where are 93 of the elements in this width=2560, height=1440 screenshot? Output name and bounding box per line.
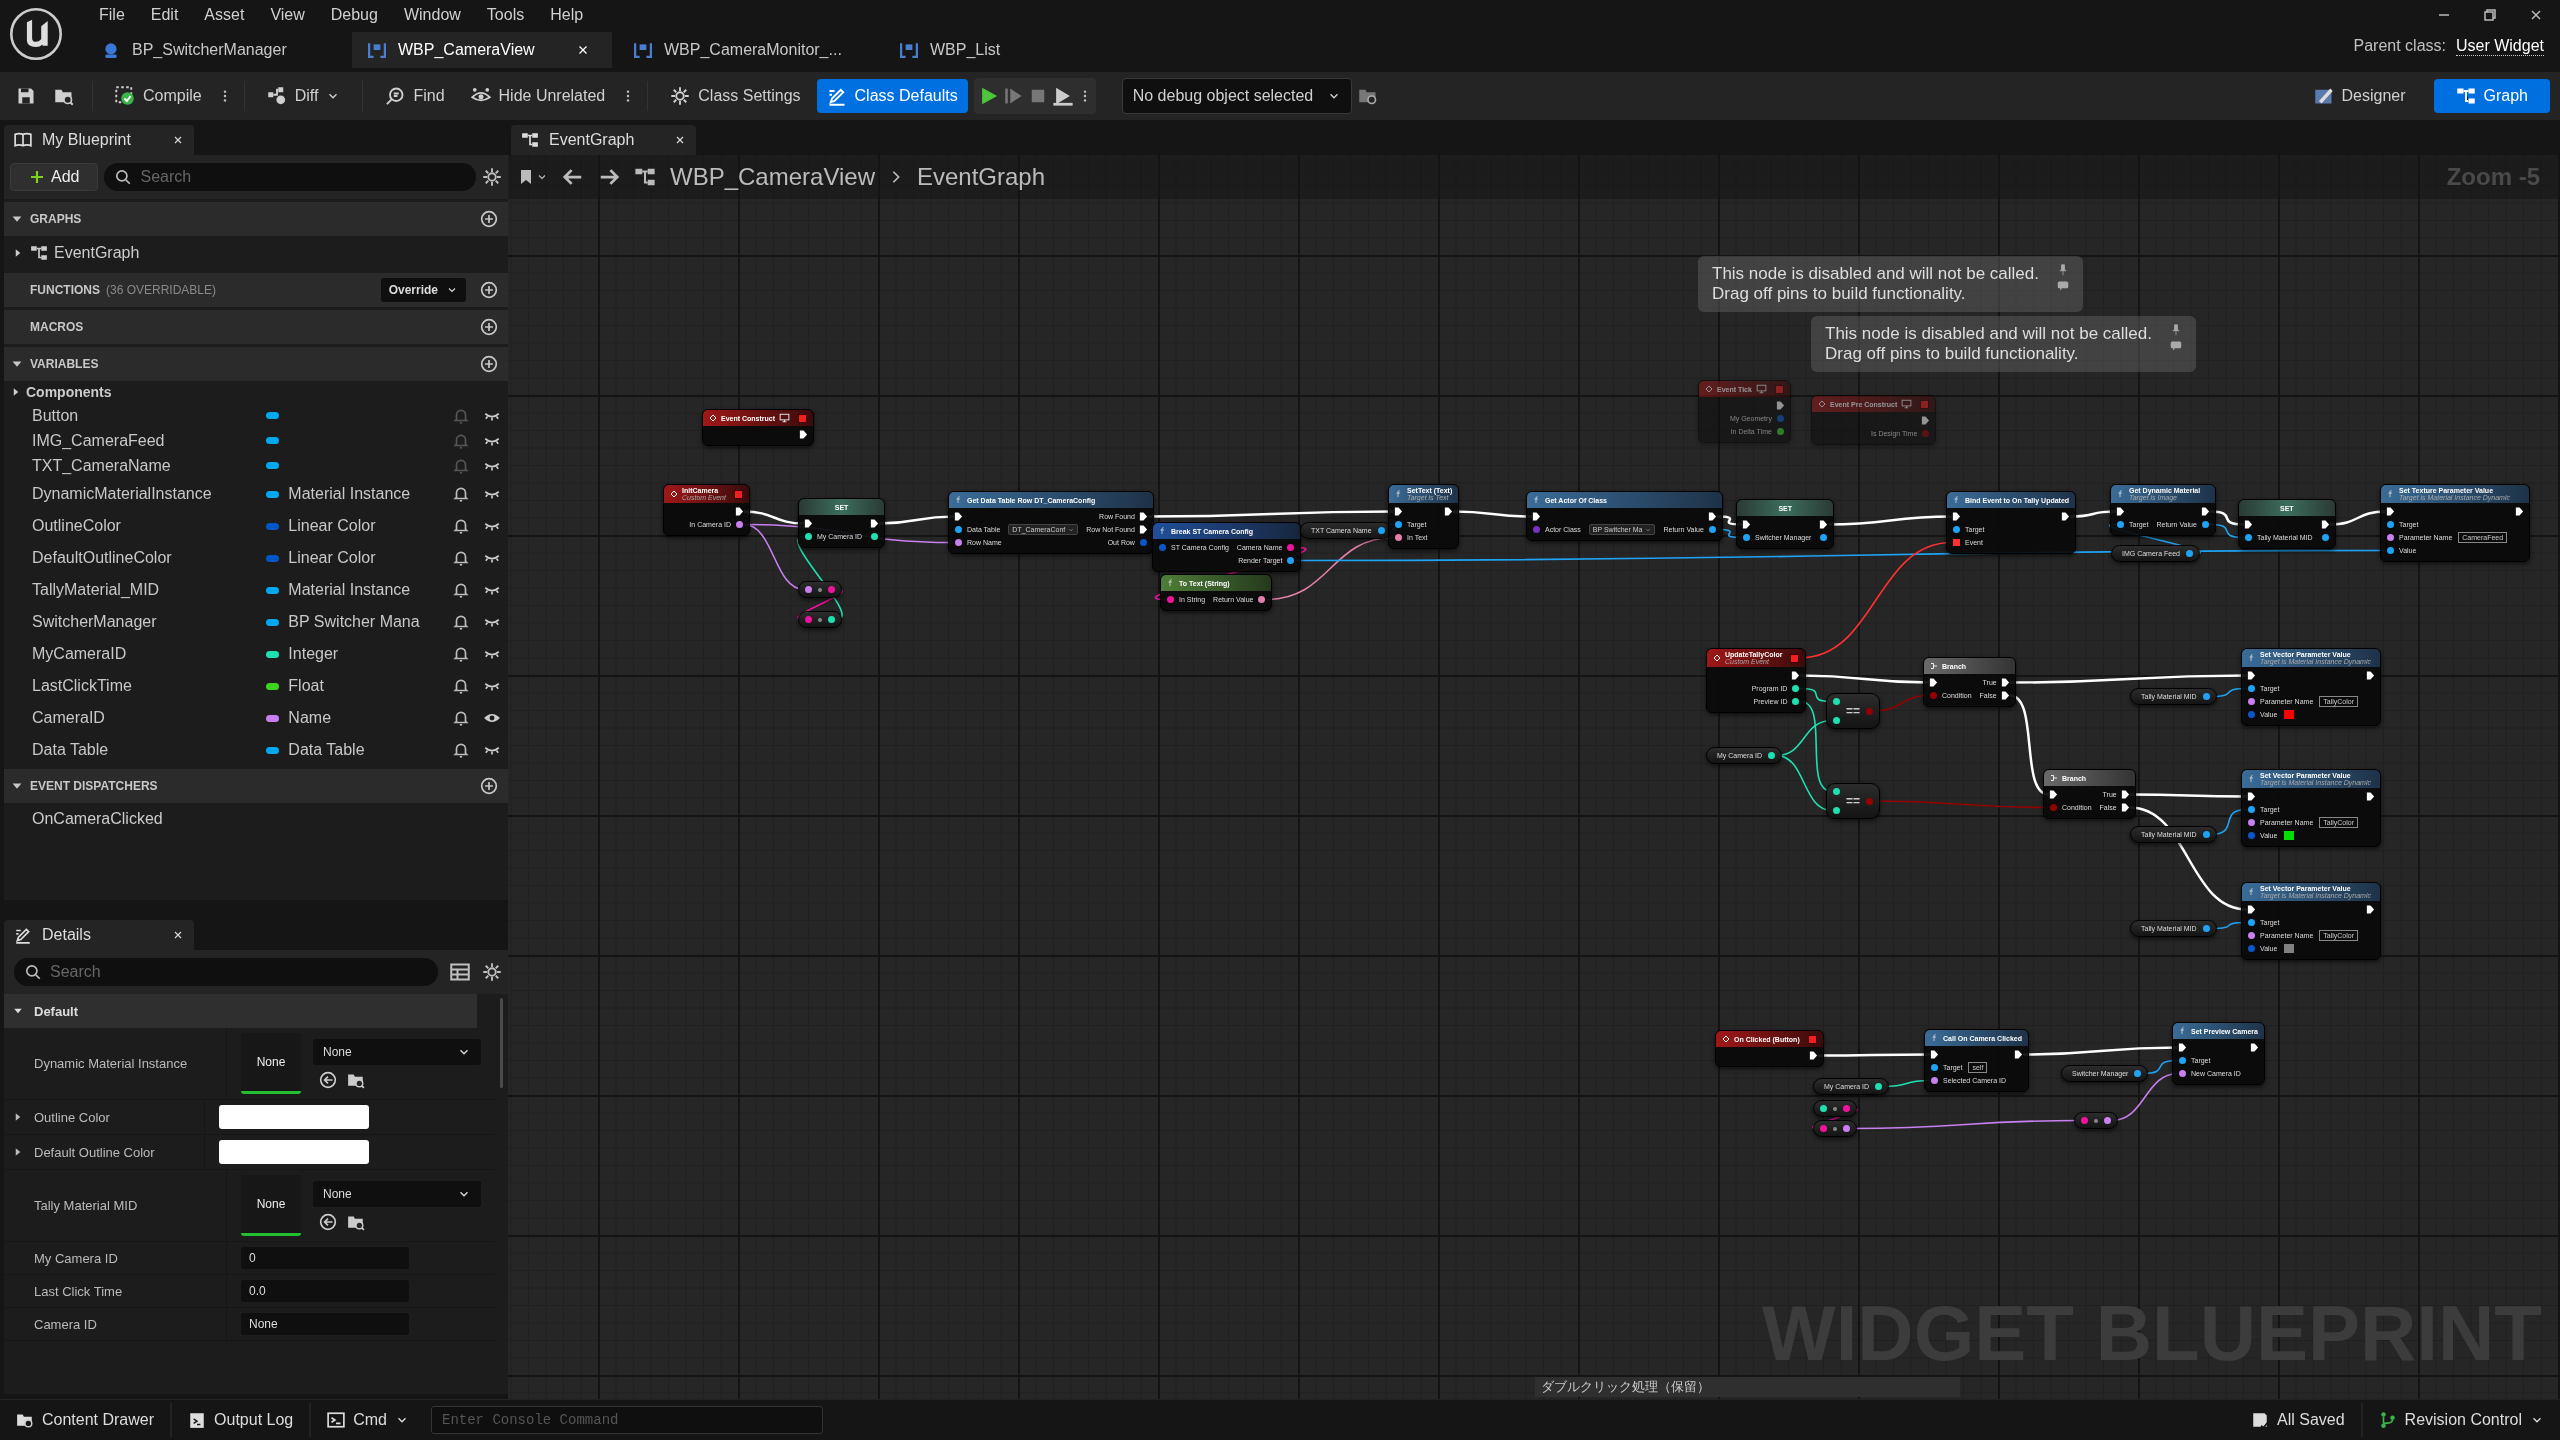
- category-header[interactable]: Default: [4, 994, 477, 1028]
- panel-tab[interactable]: Details: [4, 920, 194, 950]
- category-label[interactable]: Components: [26, 384, 112, 400]
- variable-name[interactable]: IMG_CameraFeed: [32, 431, 267, 450]
- variable-name[interactable]: MyCameraID: [32, 645, 267, 663]
- property-label: Outline Color: [34, 1109, 110, 1125]
- panel-tab-label: My Blueprint: [42, 131, 131, 149]
- breadcrumb-item[interactable]: WBP_CameraView: [670, 163, 875, 191]
- variable-name[interactable]: TallyMaterial_MID: [32, 581, 267, 599]
- value-field[interactable]: None: [241, 1313, 409, 1335]
- graph-tab[interactable]: EventGraph: [511, 125, 696, 155]
- variable-type: Name: [288, 709, 333, 727]
- hide-unrelated-button[interactable]: Hide Unrelated: [460, 79, 616, 113]
- variable-type: Linear Color: [288, 549, 377, 567]
- property-label: Tally Material MID: [34, 1198, 138, 1213]
- console-input[interactable]: Enter Console Command: [431, 1406, 823, 1434]
- class-settings-button[interactable]: Class Settings: [660, 79, 811, 113]
- variable-name[interactable]: DynamicMaterialInstance: [32, 485, 267, 503]
- variable-type: Material Instance: [288, 581, 412, 599]
- panel-tab[interactable]: My Blueprint: [4, 125, 194, 155]
- designer-mode-button[interactable]: Designer: [2291, 79, 2428, 113]
- section-title: GRAPHS: [30, 212, 82, 226]
- menu-item[interactable]: View: [257, 0, 318, 30]
- variable-name[interactable]: SwitcherManager: [32, 613, 267, 631]
- asset-thumbnail[interactable]: None: [241, 1033, 301, 1094]
- content-drawer-button[interactable]: Content Drawer: [4, 1403, 167, 1437]
- search-field[interactable]: Search: [104, 163, 476, 191]
- class-defaults-button[interactable]: Class Defaults: [816, 79, 968, 113]
- parent-class-label: Parent class:: [2353, 37, 2446, 56]
- variable-type: BP Switcher Mana: [288, 613, 421, 631]
- document-tab[interactable]: BP_SwitcherManager: [86, 32, 346, 68]
- variable-type: Float: [288, 677, 325, 695]
- variable-name[interactable]: DefaultOutlineColor: [32, 549, 267, 567]
- disabled-node-note: This node is disabled and will not be called. Drag off pins to build functionality.: [1712, 264, 2039, 304]
- section-title: MACROS: [30, 320, 84, 334]
- variable-name[interactable]: TXT_CameraName: [32, 456, 267, 475]
- add-button[interactable]: Add: [10, 163, 99, 191]
- compile-button[interactable]: Compile: [105, 79, 212, 113]
- search-field[interactable]: Search: [14, 958, 438, 986]
- variable-name[interactable]: Button: [32, 406, 267, 425]
- graph-node[interactable]: ==: [1826, 783, 1880, 819]
- parent-class-link[interactable]: User Widget: [2455, 37, 2544, 56]
- operator-label: ==: [1846, 704, 1860, 718]
- variable-type: Data Table: [288, 741, 366, 759]
- document-tab[interactable]: WBP_CameraMonitor_...: [618, 32, 878, 68]
- diff-button[interactable]: Diff: [256, 79, 351, 113]
- breadcrumb-item[interactable]: EventGraph: [916, 163, 1046, 191]
- section-title: FUNCTIONS: [30, 283, 100, 297]
- revision-control-button[interactable]: Revision Control: [2366, 1403, 2556, 1437]
- value-field[interactable]: 0.0: [241, 1280, 409, 1302]
- property-label: My Camera ID: [34, 1250, 118, 1266]
- section-note: (36 OVERRIDABLE): [106, 283, 217, 297]
- dispatcher-item[interactable]: OnCameraClicked: [4, 803, 508, 835]
- section-title: VARIABLES: [30, 357, 99, 371]
- document-tab[interactable]: WBP_CameraView: [352, 32, 612, 68]
- disabled-node-note: This node is disabled and will not be called. Drag off pins to build functionality.: [1825, 324, 2152, 364]
- variable-name[interactable]: LastClickTime: [32, 677, 267, 695]
- variable-type: Linear Color: [288, 517, 377, 535]
- menu-item[interactable]: Edit: [137, 0, 192, 30]
- debug-object-dropdown[interactable]: No debug object selected: [1121, 78, 1352, 114]
- output-log-button[interactable]: Output Log: [176, 1403, 306, 1437]
- graph-mode-button[interactable]: Graph: [2433, 79, 2550, 113]
- find-button[interactable]: Find: [375, 79, 455, 113]
- variable-type: Integer: [288, 645, 340, 663]
- variable-name[interactable]: CameraID: [32, 709, 267, 727]
- menu-item[interactable]: Window: [390, 0, 474, 30]
- menu-item[interactable]: Asset: [191, 0, 258, 30]
- asset-dropdown[interactable]: None: [313, 1180, 481, 1207]
- menu-item[interactable]: Tools: [473, 0, 538, 30]
- operator-label: ==: [1846, 794, 1860, 808]
- property-label: Camera ID: [34, 1316, 97, 1332]
- property-label: Last Click Time: [34, 1283, 123, 1299]
- graph-node[interactable]: ==: [1826, 693, 1880, 729]
- variable-name[interactable]: OutlineColor: [32, 517, 267, 535]
- menu-item[interactable]: Debug: [317, 0, 391, 30]
- document-tab[interactable]: WBP_List: [884, 32, 1144, 68]
- value-field[interactable]: 0: [241, 1247, 409, 1269]
- variable-name[interactable]: Data Table: [32, 741, 267, 759]
- graph-item[interactable]: EventGraph: [54, 244, 140, 262]
- property-label: Default Outline Color: [34, 1144, 155, 1160]
- menu-item[interactable]: File: [86, 0, 138, 30]
- menu-item[interactable]: Help: [537, 0, 597, 30]
- comment-label[interactable]: ダブルクリック処理（保留）: [1535, 1377, 1960, 1397]
- cmd-dropdown[interactable]: Cmd: [315, 1403, 421, 1437]
- asset-thumbnail[interactable]: None: [241, 1175, 301, 1236]
- panel-tab-label: Details: [42, 926, 91, 944]
- asset-dropdown[interactable]: None: [313, 1038, 481, 1065]
- property-label: Dynamic Material Instance: [34, 1056, 188, 1071]
- save-status-button[interactable]: All Saved: [2239, 1403, 2357, 1437]
- graph-tab-label: EventGraph: [549, 131, 635, 149]
- variable-type: Material Instance: [288, 485, 412, 503]
- section-title: EVENT DISPATCHERS: [30, 779, 158, 793]
- override-dropdown[interactable]: Override: [380, 278, 466, 302]
